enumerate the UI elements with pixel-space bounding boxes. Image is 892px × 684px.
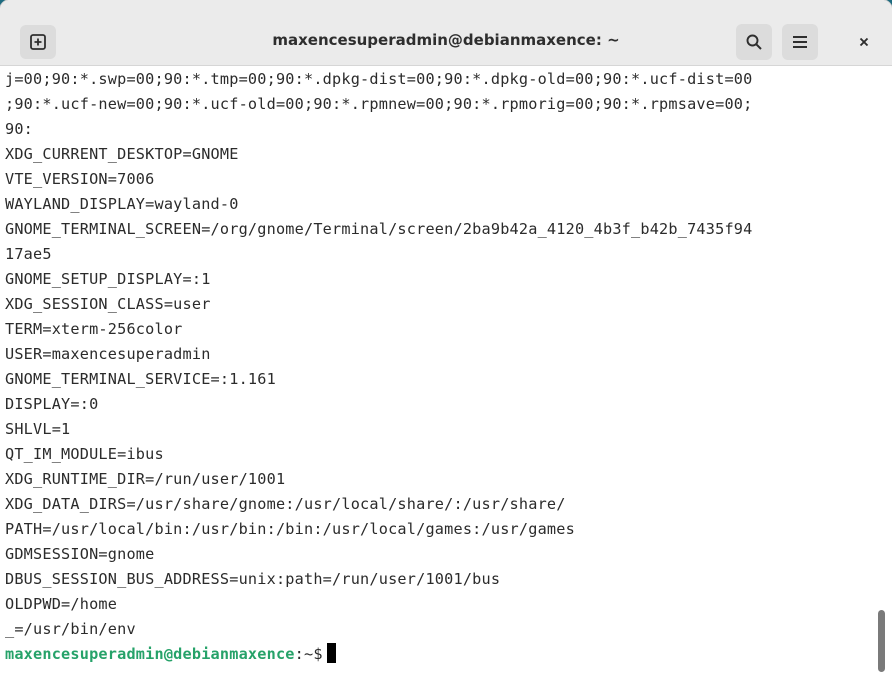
terminal-line: DISPLAY=:0 [5, 395, 99, 413]
scrollbar-thumb[interactable] [878, 610, 885, 672]
text-cursor [326, 643, 336, 663]
menu-button[interactable] [782, 24, 818, 60]
terminal-line: GDMSESSION=gnome [5, 545, 155, 563]
terminal-line: XDG_SESSION_CLASS=user [5, 295, 211, 313]
terminal-line: GNOME_SETUP_DISPLAY=:1 [5, 270, 211, 288]
terminal-line: TERM=xterm-256color [5, 320, 183, 338]
terminal-line: j=00;90:*.swp=00;90:*.tmp=00;90:*.dpkg-d… [5, 70, 753, 88]
terminal-line: XDG_RUNTIME_DIR=/run/user/1001 [5, 470, 286, 488]
new-tab-button[interactable] [20, 25, 56, 59]
terminal-line: PATH=/usr/local/bin:/usr/bin:/bin:/usr/l… [5, 520, 575, 538]
terminal-line: GNOME_TERMINAL_SCREEN=/org/gnome/Termina… [5, 220, 753, 238]
terminal-line: DBUS_SESSION_BUS_ADDRESS=unix:path=/run/… [5, 570, 501, 588]
terminal-output[interactable]: j=00;90:*.swp=00;90:*.tmp=00;90:*.dpkg-d… [0, 66, 874, 684]
terminal-line: GNOME_TERMINAL_SERVICE=:1.161 [5, 370, 276, 388]
terminal-line: QT_IM_MODULE=ibus [5, 445, 164, 463]
terminal-line: USER=maxencesuperadmin [5, 345, 211, 363]
terminal-window: maxencesuperadmin@debianmaxence: ~ j=00;… [0, 0, 892, 684]
prompt-path: :~$ [294, 645, 323, 663]
prompt-line[interactable]: maxencesuperadmin@debianmaxence:~$ [5, 642, 336, 667]
prompt-user-host: maxencesuperadmin@debianmaxence [5, 645, 295, 663]
close-button[interactable] [852, 30, 876, 54]
terminal-line: XDG_CURRENT_DESKTOP=GNOME [5, 145, 239, 163]
terminal-line: WAYLAND_DISPLAY=wayland-0 [5, 195, 239, 213]
terminal-line: 17ae5 [5, 245, 52, 263]
close-icon [859, 37, 869, 47]
scrollbar-track[interactable] [876, 66, 892, 684]
terminal-line: XDG_DATA_DIRS=/usr/share/gnome:/usr/loca… [5, 495, 566, 513]
terminal-line: VTE_VERSION=7006 [5, 170, 155, 188]
terminal-line: 90: [5, 120, 34, 138]
terminal-line: OLDPWD=/home [5, 595, 118, 613]
hamburger-menu-icon [793, 36, 807, 48]
search-icon [746, 34, 762, 50]
terminal-line: ;90:*.ucf-new=00;90:*.ucf-old=00;90:*.rp… [5, 95, 753, 113]
window-title: maxencesuperadmin@debianmaxence: ~ [272, 31, 620, 49]
new-tab-icon [30, 34, 46, 50]
search-button[interactable] [736, 24, 772, 60]
terminal-line: SHLVL=1 [5, 420, 71, 438]
terminal-line: _=/usr/bin/env [5, 620, 136, 638]
title-bar[interactable]: maxencesuperadmin@debianmaxence: ~ [0, 0, 892, 66]
